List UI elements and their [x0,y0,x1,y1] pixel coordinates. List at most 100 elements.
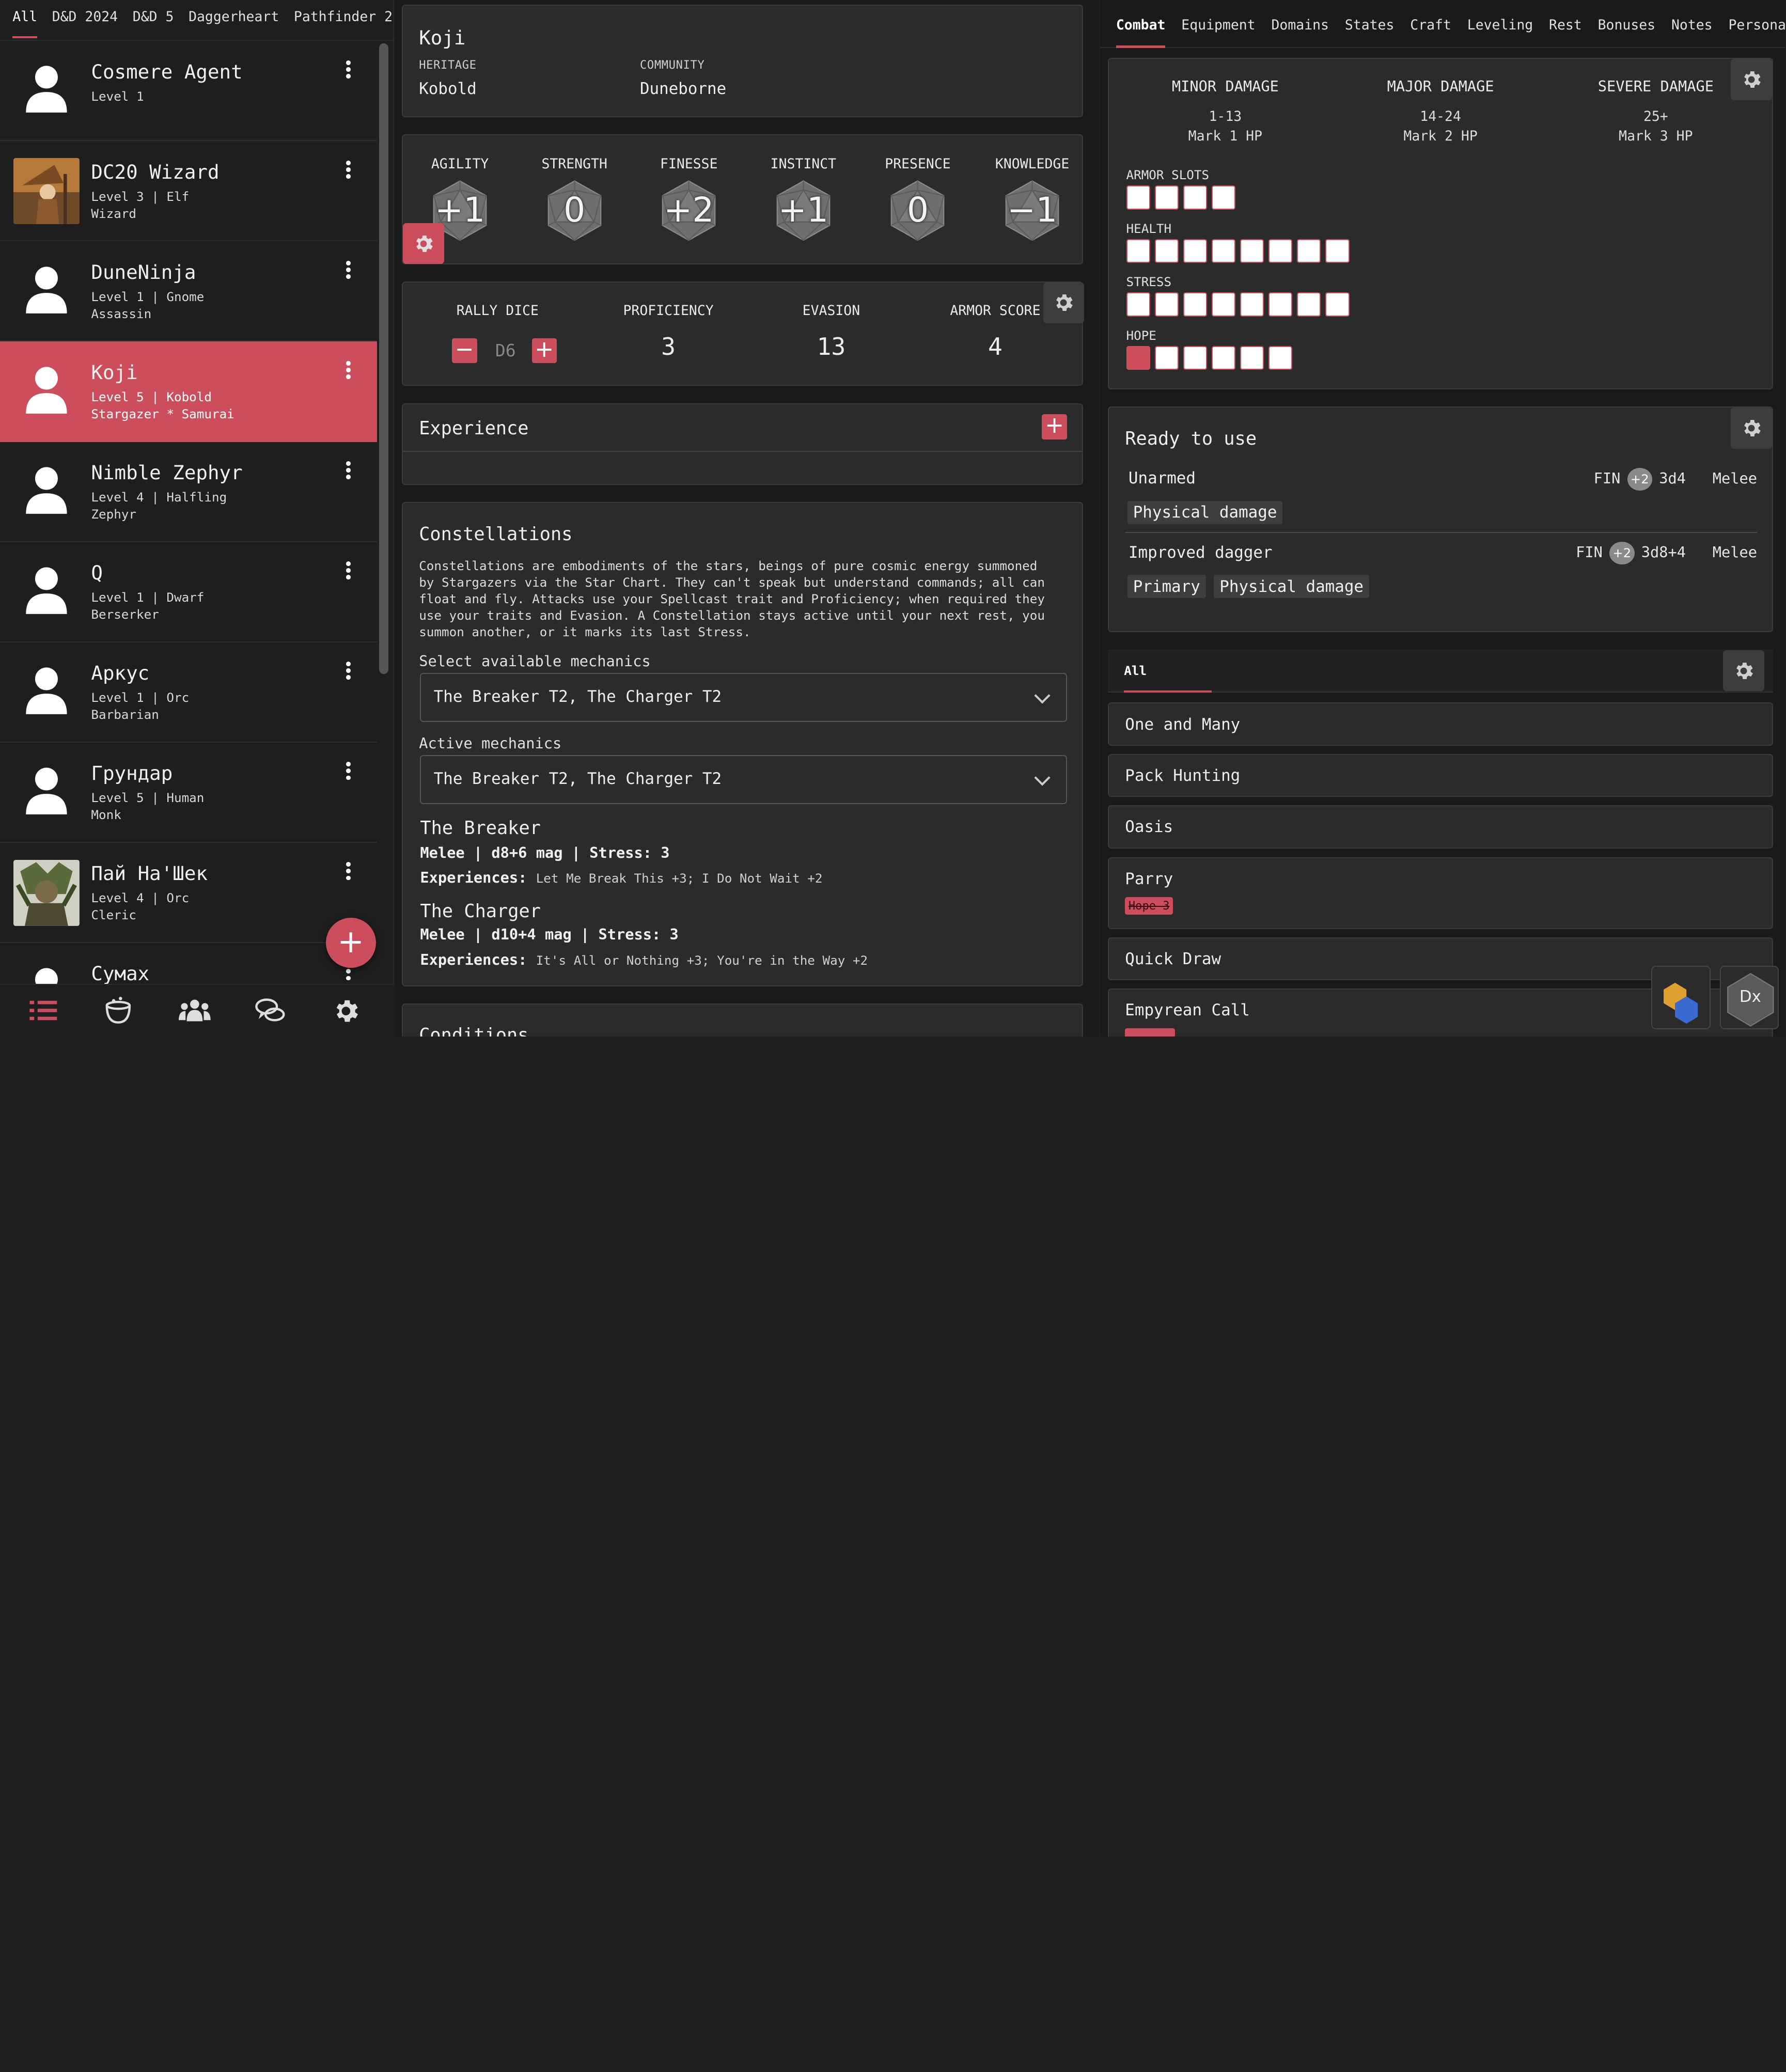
character-item[interactable]: Cosmere Agent Level 1 [0,41,377,142]
tab-personal[interactable]: Personal [1728,0,1785,48]
track-checkbox[interactable] [1126,346,1150,370]
more-options-icon[interactable] [343,160,354,182]
track-checkbox[interactable] [1211,239,1236,263]
rally-increase-button[interactable]: + [531,338,557,364]
more-options-icon[interactable] [343,861,354,884]
tab-dnd-2024[interactable]: D&D 2024 [52,0,118,40]
tracks-settings-button[interactable] [1731,59,1772,100]
tab-equipment[interactable]: Equipment [1181,0,1255,48]
character-item[interactable]: Аркус Level 1 | Orc Barbarian [0,642,377,743]
track-checkbox[interactable] [1183,346,1208,370]
attacks-settings-button[interactable] [1731,407,1772,449]
track-checkbox[interactable] [1211,185,1236,210]
more-options-icon[interactable] [343,59,354,82]
track-checkbox[interactable] [1183,292,1208,317]
select-mechanics-value: The Breaker T2, The Charger T2 [433,687,722,707]
trait-knowledge[interactable]: KNOWLEDGE −1 [975,156,1089,241]
more-options-icon[interactable] [343,761,354,783]
traits-settings-button[interactable] [403,223,444,264]
tab-rest[interactable]: Rest [1549,0,1582,48]
track-checkbox[interactable] [1297,239,1321,263]
track-checkbox[interactable] [1154,239,1179,263]
track-checkbox[interactable] [1126,292,1150,317]
character-item-selected[interactable]: Koji Level 5 | Kobold Stargazer * Samura… [0,341,377,442]
feature-item[interactable]: Parry Hope 3 [1108,857,1774,930]
cauldron-icon[interactable] [102,996,134,1026]
attack-row[interactable]: Improved dagger FIN +2 3d8+4 Melee Primary… [1125,536,1757,607]
tab-states[interactable]: States [1345,0,1395,48]
tab-domains[interactable]: Domains [1272,0,1329,48]
damage-tracks-card: MINOR DAMAGE 1-13 Mark 1 HP MAJOR DAMAGE… [1108,58,1774,390]
feature-item[interactable]: One and Many [1108,702,1774,746]
attack-dice[interactable]: 3d8+4 [1641,543,1686,561]
select-mechanics-dropdown[interactable]: The Breaker T2, The Charger T2 [420,672,1067,722]
dice-roller-button[interactable] [1651,965,1711,1030]
tab-bonuses[interactable]: Bonuses [1598,0,1655,48]
trait-instinct[interactable]: INSTINCT +1 [746,156,860,241]
add-experience-button[interactable]: + [1042,414,1067,439]
tab-daggerheart[interactable]: Daggerheart [189,0,279,40]
character-item[interactable]: Грундар Level 5 | Human Monk [0,743,377,843]
features-settings-button[interactable] [1723,650,1764,692]
more-options-icon[interactable] [343,560,354,583]
track-checkbox[interactable] [1183,239,1208,263]
tab-combat[interactable]: Combat [1116,0,1166,48]
more-options-icon[interactable] [343,460,354,483]
track-checkbox[interactable] [1268,346,1293,370]
more-options-icon[interactable] [343,260,354,282]
track-checkbox[interactable] [1211,346,1236,370]
character-name: Аркус [91,662,150,685]
track-checkbox[interactable] [1240,292,1264,317]
feature-item[interactable]: Oasis [1108,805,1774,849]
tab-craft[interactable]: Craft [1410,0,1451,48]
more-options-icon[interactable] [343,661,354,683]
attack-bonus[interactable]: +2 [1609,542,1635,565]
tab-all-features[interactable]: All features [1124,649,1212,721]
track-checkbox[interactable] [1297,292,1321,317]
track-checkbox[interactable] [1154,292,1179,317]
track-checkbox[interactable] [1126,185,1150,210]
attack-dice[interactable]: 3d4 [1659,469,1686,487]
list-icon[interactable] [27,996,59,1026]
tab-notes[interactable]: Notes [1671,0,1713,48]
tab-dnd-5[interactable]: D&D 5 [133,0,174,40]
chat-icon[interactable] [254,996,286,1026]
character-item[interactable]: Сумах [0,943,377,984]
track-checkbox[interactable] [1240,239,1264,263]
track-checkbox[interactable] [1183,185,1208,210]
rally-decrease-button[interactable]: − [452,338,477,364]
stats-settings-button[interactable] [1043,282,1084,323]
tab-pathfinder-2[interactable]: Pathfinder 2 [294,0,393,40]
track-checkbox[interactable] [1325,292,1350,317]
track-checkbox[interactable] [1154,346,1179,370]
track-checkbox[interactable] [1240,346,1264,370]
tab-all[interactable]: All [12,0,37,40]
track-checkbox[interactable] [1154,185,1179,210]
add-character-button[interactable]: + [325,918,376,968]
track-checkbox[interactable] [1126,239,1150,263]
character-item[interactable]: Q Level 1 | Dwarf Berserker [0,542,377,642]
track-checkbox[interactable] [1268,292,1293,317]
track-checkbox[interactable] [1211,292,1236,317]
attack-bonus[interactable]: +2 [1627,468,1653,491]
dx-button[interactable]: Dx [1719,965,1779,1030]
party-icon[interactable] [179,996,211,1026]
tab-leveling[interactable]: Leveling [1467,0,1533,48]
trait-strength[interactable]: STRENGTH 0 [518,156,632,241]
trait-presence[interactable]: PRESENCE 0 [861,156,975,241]
character-item[interactable]: Пай На'Шек Level 4 | Orc Cleric [0,843,377,943]
character-item[interactable]: DC20 Wizard Level 3 | Elf Wizard [0,141,377,242]
list-scrollbar[interactable] [379,43,388,674]
conditions-card: Conditions [402,1003,1083,1037]
settings-icon[interactable] [330,996,362,1026]
track-checkbox[interactable] [1268,239,1293,263]
more-options-icon[interactable] [343,360,354,383]
active-mechanics-dropdown[interactable]: The Breaker T2, The Charger T2 [420,755,1067,804]
character-item[interactable]: Nimble Zephyr Level 4 | Halfling Zephyr [0,442,377,542]
trait-finesse[interactable]: FINESSE +2 [632,156,746,241]
trait-agility[interactable]: AGILITY +1 [403,156,517,241]
track-checkbox[interactable] [1325,239,1350,263]
character-item[interactable]: DuneNinja Level 1 | Gnome Assassin [0,241,377,342]
attack-row[interactable]: Unarmed FIN +2 3d4 Melee Physical damage [1125,462,1758,533]
feature-item[interactable]: Pack Hunting [1108,754,1774,797]
